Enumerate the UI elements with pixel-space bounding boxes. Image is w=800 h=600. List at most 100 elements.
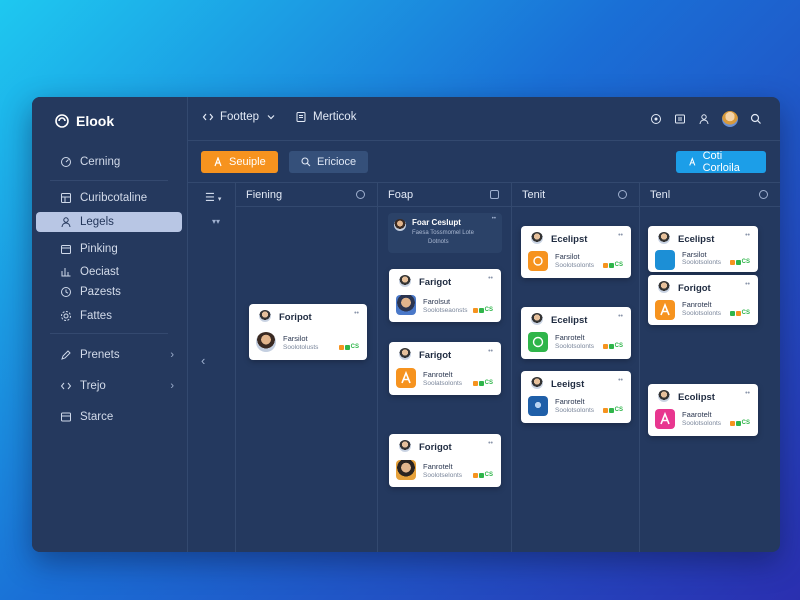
column-tenl: Tenl Ecelipst •• Farsilot Soolotsolonts … bbox=[640, 183, 780, 552]
action-button-label: Coti Corloila bbox=[702, 150, 740, 174]
clock-icon bbox=[61, 287, 71, 297]
view-selector[interactable]: Merticok bbox=[295, 111, 356, 123]
column-header: Tenit bbox=[512, 183, 639, 207]
card-title: Foripot bbox=[279, 312, 312, 323]
task-card[interactable]: Ecolipst •• Faarotelt Soolotsolonts CS bbox=[648, 384, 758, 436]
card-line: Fanrotelt bbox=[423, 370, 453, 379]
more-icon[interactable]: •• bbox=[488, 348, 493, 355]
avatar bbox=[399, 348, 411, 360]
card-subline: Soolotsolonts bbox=[682, 310, 722, 317]
grid-icon bbox=[61, 193, 71, 203]
sidebar-item-label: Pazests bbox=[80, 286, 121, 298]
column-fiening: Fiening Foripot •• Farsilot Soolotolusts… bbox=[236, 183, 378, 552]
avatar bbox=[259, 310, 271, 322]
search-icon[interactable] bbox=[750, 113, 762, 125]
more-icon[interactable]: •• bbox=[488, 440, 493, 447]
task-card[interactable]: Ecelipst •• Fanrotelt Soolotsolonts CS bbox=[521, 307, 631, 359]
chevron-right-icon: › bbox=[170, 349, 174, 361]
kanban-board: ☰ ▾ ▾▾ ‹ Fiening Foripot •• Farsilot Soo… bbox=[188, 183, 780, 552]
task-card[interactable]: Farigot •• Fanrotelt Soolatsolonts CS bbox=[389, 342, 501, 395]
sidebar-item-trejo[interactable]: Trejo › bbox=[36, 376, 182, 396]
brand-name: Elook bbox=[76, 113, 115, 129]
assignee-photo bbox=[396, 460, 416, 480]
more-icon[interactable]: •• bbox=[492, 216, 496, 222]
brand[interactable]: Elook bbox=[54, 113, 114, 129]
column-options-icon[interactable] bbox=[490, 190, 499, 199]
secondary-button[interactable]: Ericioce bbox=[289, 151, 369, 173]
column-options-icon[interactable] bbox=[618, 190, 627, 199]
chevron-right-icon: › bbox=[170, 380, 174, 392]
secondary-button-label: Ericioce bbox=[317, 156, 357, 168]
card-subline: Soolotsolonts bbox=[555, 343, 595, 350]
sidebar-item-prenets[interactable]: Prenets › bbox=[36, 345, 182, 365]
profile-icon[interactable] bbox=[698, 113, 710, 125]
featured-title: Foar Ceslupt bbox=[412, 218, 461, 227]
task-card[interactable]: Ecelipst •• Farsilot Soolotsolonts CS bbox=[648, 226, 758, 272]
column-options-icon[interactable] bbox=[356, 190, 365, 199]
code-icon bbox=[60, 382, 72, 390]
card-subline: Soolotselonts bbox=[423, 472, 463, 479]
task-card[interactable]: Ecelipst •• Farsilot Soolotsolonts CS bbox=[521, 226, 631, 278]
card-title: Leeigst bbox=[551, 379, 585, 390]
sidebar-item-curibcotaline[interactable]: Curibcotaline bbox=[36, 188, 182, 208]
more-icon[interactable]: •• bbox=[618, 377, 623, 384]
card-line: Fanrotelt bbox=[555, 333, 585, 342]
card-subline: Soolatsolonts bbox=[423, 380, 463, 387]
card-title: Ecelipst bbox=[551, 234, 588, 245]
app-window: Elook Cerning Curibcotaline Legels Pinki… bbox=[32, 97, 780, 552]
more-icon[interactable]: •• bbox=[618, 313, 623, 320]
card-subline: Soolotsolonts bbox=[682, 420, 722, 427]
card-title: Ecelipst bbox=[551, 315, 588, 326]
avatar bbox=[531, 313, 543, 325]
project-name: Foottep bbox=[220, 111, 259, 123]
task-card[interactable]: Foripot •• Farsilot Soolotolusts CS bbox=[249, 304, 367, 360]
task-card[interactable]: Farigot •• Farolsut Soolotseaonsts CS bbox=[389, 269, 501, 322]
action-button[interactable]: Coti Corloila bbox=[676, 150, 766, 174]
column-tenit: Tenit Ecelipst •• Farsilot Soolotsolonts… bbox=[512, 183, 640, 552]
card-line: Farsilot bbox=[682, 250, 707, 259]
column-header: Foap bbox=[378, 183, 511, 207]
menu-icon[interactable]: ☰ ▾ bbox=[205, 191, 221, 204]
sidebar-item-pazests[interactable]: Pazests bbox=[36, 282, 182, 302]
sidebar-item-fattes[interactable]: Fattes bbox=[36, 306, 182, 326]
more-icon[interactable]: •• bbox=[618, 232, 623, 239]
chevron-left-icon[interactable]: ‹ bbox=[201, 353, 205, 368]
inbox-icon[interactable] bbox=[674, 113, 686, 125]
featured-item[interactable]: Foar Ceslupt •• Faesa Tossmomel Lote Dot… bbox=[388, 213, 502, 253]
task-card[interactable]: Forigot •• Fanrotelt Soolotselonts CS bbox=[389, 434, 501, 487]
more-icon[interactable]: •• bbox=[488, 275, 493, 282]
primary-button[interactable]: Seuiple bbox=[201, 151, 278, 173]
sidebar-item-starce[interactable]: Starce bbox=[36, 407, 182, 427]
assignee-photo bbox=[256, 332, 276, 352]
assignee-photo bbox=[396, 295, 416, 315]
user-avatar[interactable] bbox=[722, 111, 738, 127]
column-foap: Foap Foar Ceslupt •• Faesa Tossmomel Lot… bbox=[378, 183, 512, 552]
task-card[interactable]: Forigot •• Fanrotelt Soolotsolonts CS bbox=[648, 275, 758, 325]
card-title: Farigot bbox=[419, 350, 452, 361]
more-icon[interactable]: •• bbox=[354, 310, 359, 317]
task-card[interactable]: Leeigst •• Fanrotelt Soolotsolonts CS bbox=[521, 371, 631, 423]
card-line: Faarotelt bbox=[682, 410, 712, 419]
sidebar-item-oeciast[interactable]: Oeciast bbox=[36, 262, 182, 282]
search-icon bbox=[301, 157, 311, 167]
card-subline: Soolotsolonts bbox=[555, 407, 595, 414]
collapse-icon[interactable]: ▾▾ bbox=[212, 217, 220, 226]
column-header: Tenl bbox=[640, 183, 780, 207]
more-icon[interactable]: •• bbox=[745, 390, 750, 397]
avatar bbox=[531, 377, 543, 389]
sidebar-item-pinking[interactable]: Pinking bbox=[36, 239, 182, 259]
header: Foottep Merticok bbox=[188, 97, 780, 141]
code-icon bbox=[202, 113, 214, 121]
eye-icon[interactable] bbox=[650, 113, 662, 125]
project-selector[interactable]: Foottep bbox=[202, 111, 277, 123]
more-icon[interactable]: •• bbox=[745, 232, 750, 239]
sidebar-item-cerning[interactable]: Cerning bbox=[36, 152, 182, 172]
letter-a-icon bbox=[655, 300, 675, 320]
sidebar-item-legels[interactable]: Legels bbox=[36, 212, 182, 232]
sidebar-divider bbox=[50, 333, 168, 334]
column-options-icon[interactable] bbox=[759, 190, 768, 199]
column-title: Foap bbox=[388, 188, 414, 201]
more-icon[interactable]: •• bbox=[745, 281, 750, 288]
logo-icon bbox=[55, 114, 69, 128]
avatar bbox=[399, 275, 411, 287]
